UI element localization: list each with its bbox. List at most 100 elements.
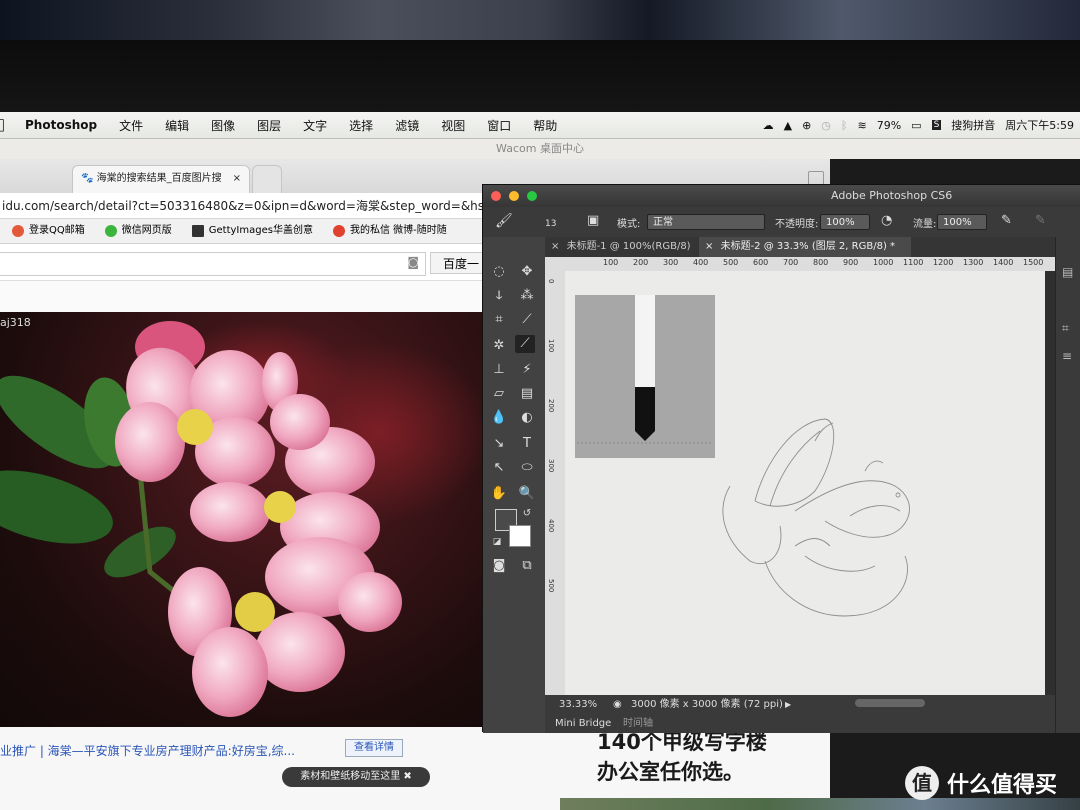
close-button[interactable] xyxy=(491,191,501,201)
ruler-tick-label: 1100 xyxy=(903,258,924,267)
quick-select-tool-icon[interactable]: ⁂ xyxy=(517,287,537,305)
bookmark-wechat[interactable]: 微信网页版 xyxy=(104,219,172,243)
marquee-tool-icon[interactable]: ◌ xyxy=(489,263,509,281)
clock[interactable]: 周六下午5:59 xyxy=(1005,117,1074,133)
document-tabs: × 未标题-1 @ 100%(RGB/8) × 未标题-2 @ 33.3% (图… xyxy=(545,237,1055,257)
doc-info-icon[interactable]: ◉ xyxy=(613,695,622,715)
crabapple-blossom-photo[interactable]: aj318 xyxy=(0,312,482,727)
wallpaper-toast: 素材和壁纸移动至这里 ✖ xyxy=(282,767,430,787)
status-menu-icon[interactable]: ▶ xyxy=(785,695,791,715)
input-method-icon[interactable]: S xyxy=(931,120,942,130)
flow-input[interactable]: 100% xyxy=(937,214,987,230)
getty-icon xyxy=(191,225,204,237)
gradient-tool-icon[interactable]: ▤ xyxy=(517,385,537,403)
menu-select[interactable]: 选择 xyxy=(349,117,373,134)
ad-line-2: 办公室任你选。 xyxy=(597,760,744,784)
drawing-canvas[interactable] xyxy=(565,271,1045,695)
background-color-swatch[interactable] xyxy=(509,525,531,547)
zoom-tool-icon[interactable]: 🔍 xyxy=(517,485,537,503)
menu-window[interactable]: 窗口 xyxy=(487,117,511,134)
browser-tab[interactable]: 🐾 海棠的搜索结果_百度图片搜 × xyxy=(72,165,250,193)
healing-brush-icon[interactable]: ✲ xyxy=(489,337,509,355)
eyedropper-tool-icon[interactable]: ⟋ xyxy=(517,311,537,329)
browser-menu-icon[interactable] xyxy=(808,171,824,185)
menu-view[interactable]: 视图 xyxy=(441,117,465,134)
promoted-link[interactable]: 业推广 | 海棠—平安旗下专业房产理财产品:好房宝,综... xyxy=(0,742,295,759)
mini-bridge-tab[interactable]: Mini Bridge xyxy=(555,715,611,733)
baidu-search-button[interactable]: 百度一 xyxy=(430,252,490,274)
cloud-icon[interactable]: ☁ xyxy=(763,119,774,132)
menu-help[interactable]: 帮助 xyxy=(533,117,557,134)
airbrush-icon[interactable]: ✎ xyxy=(1001,213,1012,228)
opacity-input[interactable]: 100% xyxy=(820,214,870,230)
pressure-opacity-icon[interactable]: ◔ xyxy=(881,213,892,228)
move-tool-icon[interactable]: ✥ xyxy=(517,263,537,281)
blur-tool-icon[interactable]: 💧 xyxy=(489,409,509,427)
ellipse-tool-icon[interactable]: ⬭ xyxy=(517,459,537,477)
brush-tool-icon[interactable]: ⟋ xyxy=(515,335,535,353)
pressure-size-icon[interactable]: ✎ xyxy=(1035,213,1046,228)
lasso-tool-icon[interactable]: ↆ xyxy=(489,287,509,305)
history-brush-icon[interactable]: ⚡ xyxy=(517,361,537,379)
toast-close-icon[interactable]: ✖ xyxy=(403,771,411,782)
doc-tab-close-icon[interactable]: × xyxy=(551,241,559,252)
timeline-tab[interactable]: 时间轴 xyxy=(623,715,653,733)
pen-tool-icon[interactable]: ↘ xyxy=(489,435,509,453)
type-tool-icon[interactable]: T xyxy=(517,435,537,453)
dodge-tool-icon[interactable]: ◐ xyxy=(517,409,537,427)
wifi-icon[interactable]: ≋ xyxy=(858,119,867,132)
default-colors-icon[interactable]: ◪ xyxy=(487,533,507,551)
screen-mode-icon[interactable]: ⧉ xyxy=(517,557,537,575)
camera-icon[interactable]: ◙ xyxy=(407,255,419,269)
input-method[interactable]: 搜狗拼音 xyxy=(951,117,995,133)
new-tab-button[interactable] xyxy=(252,165,282,193)
time-machine-icon[interactable]: ◷ xyxy=(821,119,831,132)
battery-percent[interactable]: 79% xyxy=(877,119,901,132)
clone-stamp-icon[interactable]: ⊥ xyxy=(489,361,509,379)
plus-circle-icon[interactable]: ⊕ xyxy=(802,119,811,132)
blossom-drawing xyxy=(0,321,482,717)
search-input[interactable]: ◙ xyxy=(0,252,426,276)
menu-app-name[interactable]: Photoshop xyxy=(25,118,97,132)
battery-icon[interactable]: ▭ xyxy=(911,119,921,132)
adjust-panel-icon[interactable]: ≡ xyxy=(1062,349,1072,363)
menu-file[interactable]: 文件 xyxy=(119,117,143,134)
history-panel-icon[interactable]: ▤ xyxy=(1062,265,1073,279)
view-details-button[interactable]: 查看详情 xyxy=(345,739,403,757)
ruler-tick-label: 100 xyxy=(547,339,555,353)
status-area: ☁ ▲ ⊕ ◷ ᛒ ≋ 79% ▭ S 搜狗拼音 周六下午5:59 xyxy=(763,112,1080,138)
mode-select[interactable]: 正常 xyxy=(647,214,765,230)
menu-type[interactable]: 文字 xyxy=(303,117,327,134)
mountain-icon[interactable]: ▲ xyxy=(784,119,792,132)
brush-panel-icon[interactable]: ▣ xyxy=(587,213,599,228)
menu-edit[interactable]: 编辑 xyxy=(165,117,189,134)
apple-icon[interactable]:  xyxy=(0,117,4,133)
brush-settings-icon[interactable]: ⌗ xyxy=(1062,321,1069,336)
ps-title-bar[interactable]: Adobe Photoshop CS6 xyxy=(483,185,1080,207)
ruler-tick-label: 600 xyxy=(753,258,769,267)
bookmark-getty[interactable]: GettyImages华盖创意 xyxy=(191,219,313,243)
menu-image[interactable]: 图像 xyxy=(211,117,235,134)
tab-close-icon[interactable]: × xyxy=(233,166,241,192)
minimize-button[interactable] xyxy=(509,191,519,201)
hand-tool-icon[interactable]: ✋ xyxy=(489,485,509,503)
quick-mask-icon[interactable]: ◙ xyxy=(489,557,509,575)
swap-colors-icon[interactable]: ↺ xyxy=(517,505,537,523)
bluetooth-icon[interactable]: ᛒ xyxy=(841,119,848,132)
crop-tool-icon[interactable]: ⌗ xyxy=(489,311,509,329)
menu-layer[interactable]: 图层 xyxy=(257,117,281,134)
brush-size[interactable]: 13 xyxy=(545,219,556,229)
zoom-level[interactable]: 33.33% xyxy=(559,695,597,715)
horizontal-scrollbar[interactable] xyxy=(855,699,925,707)
document-tab-1[interactable]: × 未标题-1 @ 100%(RGB/8) xyxy=(545,237,697,257)
path-select-icon[interactable]: ↖ xyxy=(489,459,509,477)
menu-filter[interactable]: 滤镜 xyxy=(395,117,419,134)
eraser-tool-icon[interactable]: ▱ xyxy=(489,385,509,403)
doc-tab-close-icon[interactable]: × xyxy=(705,241,713,252)
brush-tool-preset-icon[interactable]: 🖌 xyxy=(495,213,513,229)
zoom-button[interactable] xyxy=(527,191,537,201)
bookmark-qq-mail[interactable]: 登录QQ邮箱 xyxy=(12,219,85,243)
document-tab-2[interactable]: × 未标题-2 @ 33.3% (图层 2, RGB/8) * xyxy=(699,237,911,257)
bookmark-weibo[interactable]: 我的私信 微博-随时随 xyxy=(332,219,447,243)
office-ad-banner[interactable]: 140个甲级写字楼 办公室任你选。 xyxy=(597,727,767,787)
